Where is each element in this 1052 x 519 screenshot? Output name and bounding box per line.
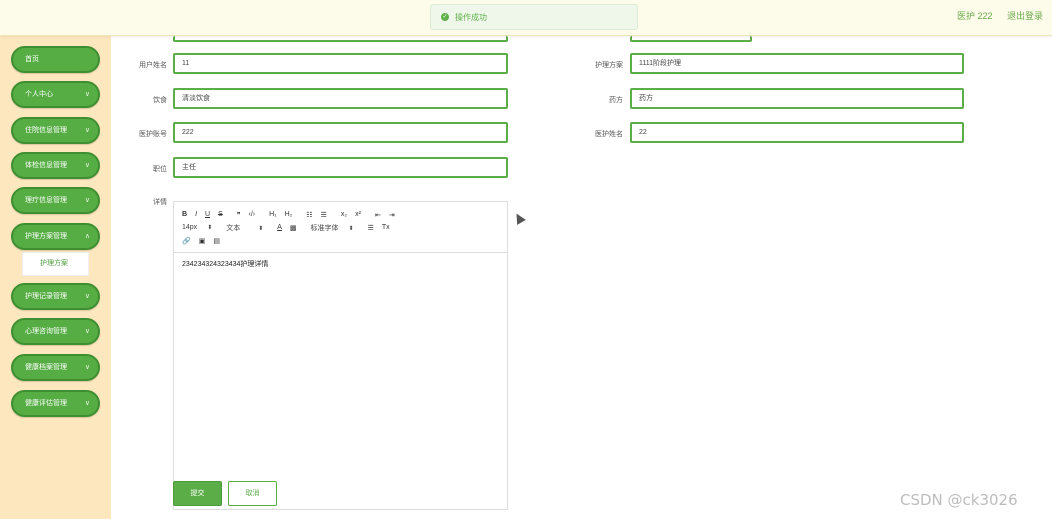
staff-account-label: 医护账号 xyxy=(139,131,167,138)
staff-account-input[interactable]: 222 xyxy=(173,122,508,143)
editor-content[interactable]: 234234324323434护理详情 xyxy=(174,253,507,275)
scrolled-field-left[interactable] xyxy=(173,36,508,42)
sidebar-item-nursing-plan[interactable]: 护理方案管理 ∧ xyxy=(11,223,100,250)
outdent-icon[interactable]: ⇤ xyxy=(375,211,381,219)
bold-icon[interactable]: B xyxy=(182,211,187,218)
align-icon[interactable]: ☰ xyxy=(368,224,374,232)
chevron-down-icon: ∨ xyxy=(84,127,90,134)
subscript-icon[interactable]: x₂ xyxy=(341,211,347,218)
top-bar: ✓ 操作成功 医护 222 退出登录 xyxy=(0,0,1052,36)
check-circle-icon: ✓ xyxy=(441,13,449,21)
user-name-label: 用户姓名 xyxy=(139,62,167,69)
sidebar-item-counseling[interactable]: 心理咨询管理 ∨ xyxy=(11,318,100,345)
sidebar-item-label: 首页 xyxy=(25,56,39,63)
sidebar-item-nursing-record[interactable]: 护理记录管理 ∨ xyxy=(11,283,100,310)
current-user: 医护 222 xyxy=(957,11,993,21)
sidebar-item-personal-center[interactable]: 个人中心 ∨ xyxy=(11,81,100,108)
background-color-icon[interactable]: ▩ xyxy=(290,224,297,232)
format-select[interactable]: 文本 ⬍ xyxy=(226,223,263,233)
indent-icon[interactable]: ⇥ xyxy=(389,211,395,219)
font-size-select[interactable]: 14px ⬍ xyxy=(182,224,212,231)
watermark: CSDN @ck3026 xyxy=(900,491,1018,509)
medicine-label: 药方 xyxy=(609,97,623,104)
underline-icon[interactable]: U xyxy=(205,211,210,218)
logout-link[interactable]: 退出登录 xyxy=(1007,9,1043,22)
image-icon[interactable]: ▣ xyxy=(199,237,206,245)
bullet-list-icon[interactable]: ☰ xyxy=(321,211,327,219)
chevron-down-icon: ∨ xyxy=(84,162,90,169)
italic-icon[interactable]: I xyxy=(195,211,197,218)
clear-format-icon[interactable]: Tx xyxy=(382,224,390,231)
ordered-list-icon[interactable]: ☷ xyxy=(306,211,312,219)
sidebar-item-physical-exam[interactable]: 体检信息管理 ∨ xyxy=(11,152,100,179)
sidebar-item-label: 健康评估管理 xyxy=(25,400,67,407)
main-content: 用户姓名 11 护理方案 1111阶段护理 饮食 清淡饮食 药方 药方 医护账号… xyxy=(111,36,1052,519)
sidebar-item-label: 心理咨询管理 xyxy=(25,328,67,335)
superscript-icon[interactable]: x² xyxy=(355,211,361,218)
nursing-plan-label: 护理方案 xyxy=(595,62,623,69)
blockquote-icon[interactable]: ❞ xyxy=(237,211,241,219)
sidebar-item-therapy[interactable]: 理疗信息管理 ∨ xyxy=(11,187,100,214)
submit-button[interactable]: 提交 xyxy=(173,481,222,506)
nursing-plan-input[interactable]: 1111阶段护理 xyxy=(630,53,964,74)
chevron-down-icon: ∨ xyxy=(84,293,90,300)
font-family-select[interactable]: 标准字体 ⬍ xyxy=(311,223,354,233)
chevron-down-icon: ∨ xyxy=(84,91,90,98)
sidebar-item-label: 健康档案管理 xyxy=(25,364,67,371)
chevron-down-icon: ∨ xyxy=(84,400,90,407)
heading1-icon[interactable]: H₁ xyxy=(269,211,276,218)
sidebar-item-label: 个人中心 xyxy=(25,91,53,98)
rich-text-editor: B I U S ❞ ‹/› H₁ H₂ ☷ ☰ x₂ x² ⇤ ⇥ 14px ⬍ … xyxy=(173,201,508,510)
code-icon[interactable]: ‹/› xyxy=(249,211,256,218)
sidebar-item-health-records[interactable]: 健康档案管理 ∨ xyxy=(11,354,100,381)
editor-toolbar: B I U S ❞ ‹/› H₁ H₂ ☷ ☰ x₂ x² ⇤ ⇥ 14px ⬍ … xyxy=(174,202,507,253)
link-icon[interactable]: 🔗 xyxy=(182,237,191,245)
staff-name-input[interactable]: 22 xyxy=(630,122,964,143)
sidebar-item-health-assessment[interactable]: 健康评估管理 ∨ xyxy=(11,390,100,417)
submenu-item-nursing-plan[interactable]: 护理方案 xyxy=(22,252,89,276)
chevron-down-icon: ∨ xyxy=(84,328,90,335)
sidebar-item-label: 体检信息管理 xyxy=(25,162,67,169)
chevron-up-icon: ∧ xyxy=(84,233,90,240)
chevron-down-icon: ∨ xyxy=(84,364,90,371)
detail-label: 详情 xyxy=(153,199,167,206)
sidebar-item-label: 护理记录管理 xyxy=(25,293,67,300)
video-icon[interactable]: ▤ xyxy=(213,237,220,245)
position-input[interactable]: 主任 xyxy=(173,157,508,178)
sidebar-item-label: 护理方案管理 xyxy=(25,233,67,240)
font-color-icon[interactable]: A xyxy=(277,224,282,231)
medicine-input[interactable]: 药方 xyxy=(630,88,964,109)
scrolled-field-right[interactable] xyxy=(630,36,752,42)
user-name-input[interactable]: 11 xyxy=(173,53,508,74)
toast-text: 操作成功 xyxy=(455,12,487,22)
diet-input[interactable]: 清淡饮食 xyxy=(173,88,508,109)
position-label: 职位 xyxy=(153,166,167,173)
diet-label: 饮食 xyxy=(153,97,167,104)
success-toast: ✓ 操作成功 xyxy=(430,4,638,30)
staff-name-label: 医护姓名 xyxy=(595,131,623,138)
heading2-icon[interactable]: H₂ xyxy=(285,211,293,218)
sidebar-item-home[interactable]: 首页 xyxy=(11,46,100,73)
cancel-button[interactable]: 取消 xyxy=(228,481,277,506)
sidebar-item-hospitalization[interactable]: 住院信息管理 ∨ xyxy=(11,117,100,144)
sidebar: 首页 个人中心 ∨ 住院信息管理 ∨ 体检信息管理 ∨ 理疗信息管理 ∨ 护理方… xyxy=(0,36,111,519)
chevron-down-icon: ∨ xyxy=(84,197,90,204)
sidebar-item-label: 住院信息管理 xyxy=(25,127,67,134)
strikethrough-icon[interactable]: S xyxy=(218,211,223,218)
sidebar-item-label: 理疗信息管理 xyxy=(25,197,67,204)
